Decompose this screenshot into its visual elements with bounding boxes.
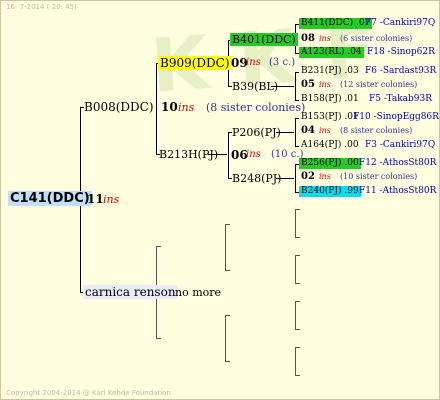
gen1-ins-mark: ins bbox=[178, 101, 195, 114]
gen1-sire-top[interactable]: B008(DDC) bbox=[84, 101, 154, 113]
connector bbox=[156, 63, 157, 154]
gen4-ins-1: ins bbox=[319, 34, 331, 43]
empty-connector bbox=[225, 315, 230, 316]
empty-connector bbox=[295, 255, 296, 283]
gen2-top-sisters: (3 c.) bbox=[269, 57, 296, 68]
connector bbox=[295, 72, 296, 100]
gen4-ins-3: ins bbox=[319, 126, 331, 135]
gen4-location-7: F12 -AthosSt80R bbox=[359, 158, 437, 168]
gen4-location-2: F18 -Sinop62R bbox=[367, 47, 435, 57]
empty-connector bbox=[295, 301, 296, 329]
gen1-bottom-line[interactable]: carnica renson bbox=[83, 285, 178, 299]
gen4-location-8: F11 -AthosSt80R bbox=[359, 186, 437, 196]
root-year: 11 bbox=[87, 192, 104, 206]
gen4-queen-6[interactable]: A164(PJ) .00 bbox=[301, 141, 359, 150]
gen4-info-3: 04 bbox=[301, 125, 315, 136]
pedigree-chart: K K F 16- 7-2014 ( 20: 45) C141(DDC) 11 … bbox=[0, 0, 440, 400]
gen1-year: 10 bbox=[161, 100, 178, 114]
gen4-info-4: 02 bbox=[301, 171, 315, 182]
gen2-top-ins: ins bbox=[246, 57, 261, 68]
timestamp-header: 16- 7-2014 ( 20: 45) bbox=[6, 3, 77, 11]
gen4-sisters-4: (10 sister colonies) bbox=[340, 172, 418, 181]
connector bbox=[295, 118, 299, 119]
connector bbox=[295, 146, 299, 147]
gen4-sisters-3: (8 sister colonies) bbox=[340, 126, 413, 135]
connector bbox=[228, 132, 229, 178]
empty-connector bbox=[295, 237, 300, 238]
gen4-sisters-2: (12 sister colonies) bbox=[340, 80, 418, 89]
empty-connector bbox=[295, 375, 300, 376]
empty-connector bbox=[225, 315, 226, 361]
empty-connector bbox=[225, 361, 230, 362]
gen4-queen-7[interactable]: B256(PJ) .00 bbox=[299, 158, 361, 169]
gen1-no-more-note: no more bbox=[175, 286, 222, 299]
gen3-queen-1[interactable]: B401(DDC) bbox=[230, 33, 298, 46]
empty-connector bbox=[295, 347, 296, 375]
copyright-footer: Copyright 2004-2014 @ Karl Kehde Foundat… bbox=[6, 389, 171, 397]
gen4-queen-3[interactable]: B231(PJ) .03 bbox=[301, 67, 359, 76]
gen4-info-2: 05 bbox=[301, 79, 315, 90]
empty-connector bbox=[295, 209, 300, 210]
connector bbox=[295, 72, 299, 73]
empty-connector bbox=[295, 283, 300, 284]
gen2-queen-top[interactable]: B909(DDC) bbox=[158, 56, 232, 70]
gen4-location-3: F6 -Sardast93R bbox=[365, 66, 437, 76]
gen4-queen-5[interactable]: B153(PJ) .01 bbox=[301, 113, 359, 122]
gen2-queen-bottom[interactable]: B213H(PJ) bbox=[159, 149, 218, 160]
empty-connector bbox=[295, 255, 300, 256]
gen3-queen-4[interactable]: B248(PJ) bbox=[232, 173, 281, 184]
empty-connector bbox=[295, 347, 300, 348]
connector bbox=[295, 164, 296, 192]
empty-connector bbox=[225, 224, 230, 225]
gen3-queen-2[interactable]: B39(BL) bbox=[232, 81, 278, 92]
empty-connector bbox=[156, 246, 161, 247]
gen4-location-5: F10 -SinopEgg86R bbox=[353, 112, 439, 122]
empty-connector bbox=[225, 270, 230, 271]
empty-connector bbox=[295, 329, 300, 330]
gen4-ins-4: ins bbox=[319, 172, 331, 181]
gen4-ins-2: ins bbox=[319, 80, 331, 89]
empty-connector bbox=[295, 209, 296, 237]
gen2-bottom-ins: ins bbox=[246, 149, 261, 160]
gen4-queen-8[interactable]: B240(PJ) .99 bbox=[299, 186, 361, 197]
empty-connector bbox=[225, 224, 226, 270]
gen4-info-1: 08 bbox=[301, 33, 315, 44]
gen4-sisters-1: (6 sister colonies) bbox=[340, 34, 413, 43]
empty-connector bbox=[156, 338, 161, 339]
root-queen[interactable]: C141(DDC) bbox=[8, 191, 92, 206]
gen4-queen-4[interactable]: B158(PJ) .01 bbox=[301, 95, 359, 104]
gen4-location-6: F3 -Cankiri97Q bbox=[365, 140, 436, 150]
gen4-location-4: F5 -Takab93R bbox=[369, 94, 433, 104]
empty-connector bbox=[295, 301, 300, 302]
gen4-queen-2[interactable]: A123(RL) .04 bbox=[299, 47, 364, 58]
gen4-queen-1[interactable]: B411(DDC) .07 bbox=[299, 18, 373, 29]
gen3-queen-3[interactable]: P206(PJ) bbox=[232, 127, 281, 138]
root-ins-mark: ins bbox=[103, 193, 120, 206]
connector bbox=[295, 118, 296, 146]
gen4-location-1: F7 -Cankiri97Q bbox=[365, 18, 436, 28]
gen1-sister-colonies: (8 sister colonies) bbox=[206, 101, 306, 114]
